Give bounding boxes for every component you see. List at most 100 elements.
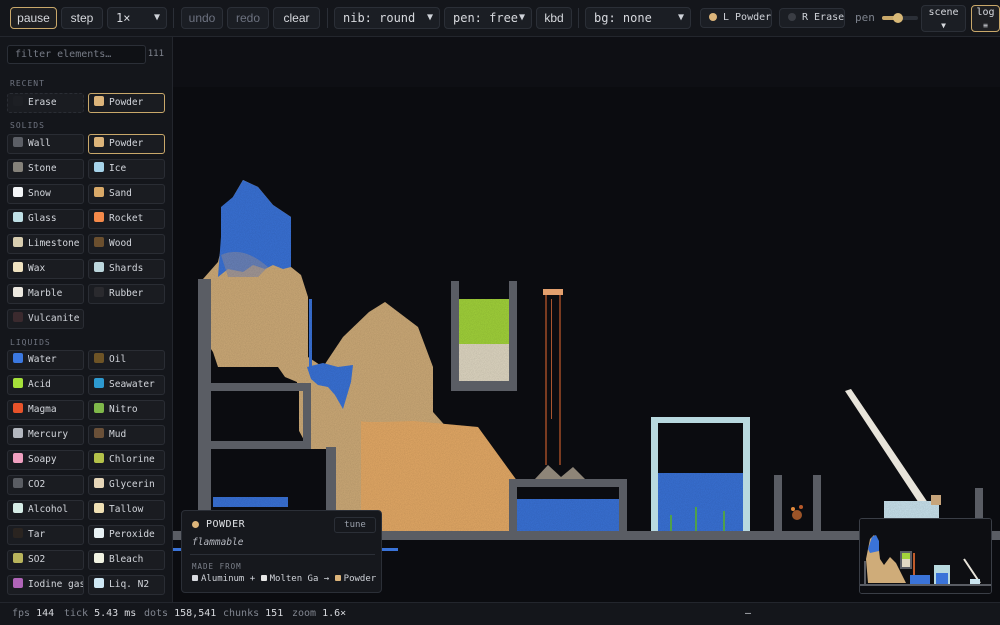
magma-swatch-icon: [13, 403, 23, 413]
element-wall-button[interactable]: Wall: [7, 134, 84, 154]
tooltip-title-text: POWDER: [206, 519, 246, 530]
fps-value: 144: [36, 608, 55, 619]
tune-button[interactable]: tune: [334, 517, 376, 533]
element-label: Oil: [109, 354, 127, 365]
element-shards-button[interactable]: Shards: [88, 259, 165, 279]
element-label: Tar: [28, 529, 46, 540]
wall-swatch-icon: [13, 137, 23, 147]
element-seawater-button[interactable]: Seawater: [88, 375, 165, 395]
element-label: Rubber: [109, 288, 144, 299]
rubber-swatch-icon: [94, 287, 104, 297]
element-stone-button[interactable]: Stone: [7, 159, 84, 179]
element-peroxide-button[interactable]: Peroxide: [88, 525, 165, 545]
element-limestone-button[interactable]: Limestone: [7, 234, 84, 254]
element-vulcanite-button[interactable]: Vulcanite: [7, 309, 84, 329]
tooltip-subtitle: flammable: [192, 537, 244, 548]
pen-select[interactable]: pen: free ▼: [444, 7, 532, 29]
element-bleach-button[interactable]: Bleach: [88, 550, 165, 570]
element-soapy-button[interactable]: Soapy: [7, 450, 84, 470]
element-marble-button[interactable]: Marble: [7, 284, 84, 304]
molten-ga-swatch-icon: [260, 575, 267, 581]
recipe-arrow: →: [323, 574, 330, 584]
undo-button[interactable]: undo: [181, 7, 223, 29]
chunks-label: chunks: [223, 608, 260, 619]
toolbar-divider: [173, 8, 174, 28]
element-powder-button[interactable]: Powder: [88, 93, 165, 113]
element-tar-button[interactable]: Tar: [7, 525, 84, 545]
chunks-value: 151: [265, 608, 284, 619]
left-brush-label: L Powder: [723, 12, 772, 23]
aluminum-swatch-icon: [192, 575, 198, 581]
snow-ramp: [845, 389, 983, 533]
element-acid-button[interactable]: Acid: [7, 375, 84, 395]
element-glycerin-button[interactable]: Glycerin: [88, 475, 165, 495]
background-select[interactable]: bg: none ▼: [585, 7, 691, 29]
log-button[interactable]: log ≡: [971, 5, 1000, 32]
element-mud-button[interactable]: Mud: [88, 425, 165, 445]
element-ice-button[interactable]: Ice: [88, 159, 165, 179]
element-wax-button[interactable]: Wax: [7, 259, 84, 279]
element-powder-button[interactable]: Powder: [88, 134, 165, 154]
tar-swatch-icon: [13, 528, 23, 538]
recipe-input-b: Molten Ga: [269, 574, 319, 584]
element-nitro-button[interactable]: Nitro: [88, 400, 165, 420]
slider-knob[interactable]: [893, 13, 904, 23]
kbd-button[interactable]: kbd: [536, 7, 572, 29]
tooltip-divider: [190, 554, 375, 555]
element-co2-button[interactable]: CO2: [7, 475, 84, 495]
element-label: Soapy: [28, 454, 57, 465]
filter-input[interactable]: [7, 45, 146, 64]
element-wood-button[interactable]: Wood: [88, 234, 165, 254]
wood-swatch-icon: [94, 237, 104, 247]
element-label: Shards: [109, 263, 144, 274]
element-sand-button[interactable]: Sand: [88, 184, 165, 204]
glass-swatch-icon: [13, 212, 23, 222]
powder-swatch-icon: [94, 96, 104, 106]
stone-swatch-icon: [13, 162, 23, 172]
element-oil-button[interactable]: Oil: [88, 350, 165, 370]
element-rocket-button[interactable]: Rocket: [88, 209, 165, 229]
step-button[interactable]: step: [61, 7, 103, 29]
acid-swatch-icon: [13, 378, 23, 388]
element-erase-button[interactable]: Erase: [7, 93, 84, 113]
element-tallow-button[interactable]: Tallow: [88, 500, 165, 520]
element-label: Glass: [28, 213, 57, 224]
element-label: Glycerin: [109, 479, 155, 490]
wax-swatch-icon: [13, 262, 23, 272]
element-chlorine-button[interactable]: Chlorine: [88, 450, 165, 470]
element-mercury-button[interactable]: Mercury: [7, 425, 84, 445]
minimap[interactable]: [859, 518, 992, 594]
tick-readout: tick 5.43 ms: [64, 603, 136, 625]
element-magma-button[interactable]: Magma: [7, 400, 84, 420]
speed-select[interactable]: 1× ▼: [107, 7, 167, 29]
element-glass-button[interactable]: Glass: [7, 209, 84, 229]
bleach-swatch-icon: [94, 553, 104, 563]
left-brush-chip[interactable]: L Powder: [700, 8, 772, 28]
scene-button[interactable]: scene ▼: [921, 5, 966, 32]
element-snow-button[interactable]: Snow: [7, 184, 84, 204]
chevron-down-icon: ▼: [153, 12, 160, 23]
nib-select[interactable]: nib: round ▼: [334, 7, 440, 29]
element-liq-n2-button[interactable]: Liq. N2: [88, 575, 165, 595]
element-iodine-gas-button[interactable]: Iodine gas: [7, 575, 84, 595]
clear-button[interactable]: clear: [273, 7, 320, 29]
element-alcohol-button[interactable]: Alcohol: [7, 500, 84, 520]
right-brush-chip[interactable]: R Erase: [779, 8, 845, 28]
ember-well: [774, 475, 821, 533]
pause-button[interactable]: pause: [10, 7, 57, 29]
redo-button[interactable]: redo: [227, 7, 269, 29]
element-water-button[interactable]: Water: [7, 350, 84, 370]
pen-size-slider[interactable]: [882, 13, 918, 23]
element-label: Acid: [28, 379, 51, 390]
element-so2-button[interactable]: SO2: [7, 550, 84, 570]
minimap-view: [860, 519, 991, 593]
tick-label: tick: [64, 608, 89, 619]
element-label: Snow: [28, 188, 51, 199]
tick-value: 5.43 ms: [94, 608, 137, 619]
right-brush-label: R Erase: [802, 12, 845, 23]
shards-swatch-icon: [94, 262, 104, 272]
element-rubber-button[interactable]: Rubber: [88, 284, 165, 304]
status-bar: fps 144 tick 5.43 ms dots 158,541 chunks…: [0, 602, 1000, 625]
dots-readout: dots 158,541: [144, 603, 216, 625]
speed-value: 1×: [116, 11, 131, 25]
